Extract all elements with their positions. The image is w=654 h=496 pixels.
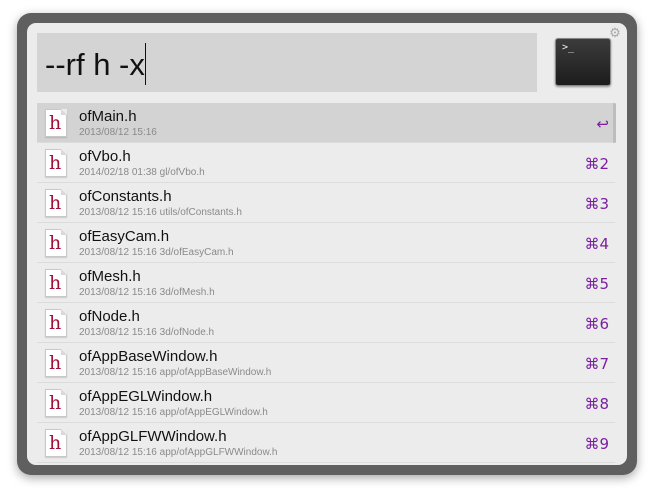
- result-subtitle: 2013/08/12 15:16: [79, 127, 157, 138]
- file-type-letter: h: [49, 272, 62, 294]
- gear-icon[interactable]: ⚙: [609, 26, 621, 39]
- query-text: --rf h -x: [45, 47, 145, 83]
- result-shortcut: ⌘9: [584, 435, 609, 453]
- result-shortcut: ⌘6: [584, 315, 609, 333]
- result-shortcut: ⌘4: [584, 235, 609, 253]
- file-type-letter: h: [49, 312, 62, 334]
- result-title: ofConstants.h: [79, 188, 172, 205]
- result-row[interactable]: h ofConstants.h 2013/08/12 15:16 utils/o…: [37, 183, 615, 223]
- result-title: ofEasyCam.h: [79, 228, 170, 245]
- file-type-letter: h: [49, 112, 62, 134]
- launcher-window: ⚙ --rf h -x >_ h ofMain.h 2013/08/12 15:…: [17, 13, 637, 475]
- file-type-letter: h: [49, 352, 62, 374]
- result-shortcut: ⌘2: [584, 155, 609, 173]
- file-type-letter: h: [49, 432, 62, 454]
- result-title: ofAppEGLWindow.h: [79, 388, 213, 405]
- result-subtitle: 2013/08/12 15:16 app/ofAppGLFWWindow.h: [79, 447, 278, 458]
- result-title: ofMesh.h: [79, 268, 141, 285]
- file-type-letter: h: [49, 392, 62, 414]
- return-key-icon: ↩: [596, 115, 609, 133]
- result-title: ofAppBaseWindow.h: [79, 348, 218, 365]
- result-title: ofMain.h: [79, 108, 137, 125]
- h-file-icon: h: [45, 389, 67, 417]
- result-subtitle: 2014/02/18 01:38 gl/ofVbo.h: [79, 167, 205, 178]
- h-file-icon: h: [45, 349, 67, 377]
- h-file-icon: h: [45, 189, 67, 217]
- result-row[interactable]: h ofNode.h 2013/08/12 15:16 3d/ofNode.h …: [37, 303, 615, 343]
- result-row[interactable]: h ofAppBaseWindow.h 2013/08/12 15:16 app…: [37, 343, 615, 383]
- result-title: ofVbo.h: [79, 148, 131, 165]
- result-row[interactable]: h ofAppEGLWindow.h 2013/08/12 15:16 app/…: [37, 383, 615, 423]
- result-shortcut: ⌘7: [584, 355, 609, 373]
- result-shortcut: ⌘3: [584, 195, 609, 213]
- result-row[interactable]: h ofVbo.h 2014/02/18 01:38 gl/ofVbo.h ⌘2: [37, 143, 615, 183]
- file-type-letter: h: [49, 232, 62, 254]
- results-list: h ofMain.h 2013/08/12 15:16 ↩ h ofVbo.h …: [37, 103, 615, 463]
- result-title: ofAppGLFWWindow.h: [79, 428, 227, 445]
- query-text-wrapper: --rf h -x: [45, 43, 146, 88]
- terminal-icon: >_: [555, 38, 611, 86]
- result-subtitle: 2013/08/12 15:16 app/ofAppBaseWindow.h: [79, 367, 272, 378]
- result-row[interactable]: h ofMain.h 2013/08/12 15:16 ↩: [37, 103, 615, 143]
- result-subtitle: 2013/08/12 15:16 utils/ofConstants.h: [79, 207, 242, 218]
- result-subtitle: 2013/08/12 15:16 app/ofAppEGLWindow.h: [79, 407, 268, 418]
- file-type-letter: h: [49, 152, 62, 174]
- result-subtitle: 2013/08/12 15:16 3d/ofEasyCam.h: [79, 247, 234, 258]
- text-caret: [144, 43, 146, 85]
- h-file-icon: h: [45, 109, 67, 137]
- search-input[interactable]: --rf h -x: [37, 33, 537, 92]
- h-file-icon: h: [45, 309, 67, 337]
- launcher-panel: ⚙ --rf h -x >_ h ofMain.h 2013/08/12 15:…: [27, 23, 627, 465]
- h-file-icon: h: [45, 269, 67, 297]
- result-title: ofNode.h: [79, 308, 140, 325]
- h-file-icon: h: [45, 229, 67, 257]
- terminal-prompt-glyph: >_: [562, 42, 575, 53]
- h-file-icon: h: [45, 429, 67, 457]
- result-shortcut: ⌘5: [584, 275, 609, 293]
- result-row[interactable]: h ofEasyCam.h 2013/08/12 15:16 3d/ofEasy…: [37, 223, 615, 263]
- result-subtitle: 2013/08/12 15:16 3d/ofNode.h: [79, 327, 215, 338]
- results-scrollbar[interactable]: [613, 103, 616, 143]
- result-row[interactable]: h ofAppGLFWWindow.h 2013/08/12 15:16 app…: [37, 423, 615, 463]
- result-subtitle: 2013/08/12 15:16 3d/ofMesh.h: [79, 287, 215, 298]
- file-type-letter: h: [49, 192, 62, 214]
- h-file-icon: h: [45, 149, 67, 177]
- result-row[interactable]: h ofMesh.h 2013/08/12 15:16 3d/ofMesh.h …: [37, 263, 615, 303]
- result-shortcut: ⌘8: [584, 395, 609, 413]
